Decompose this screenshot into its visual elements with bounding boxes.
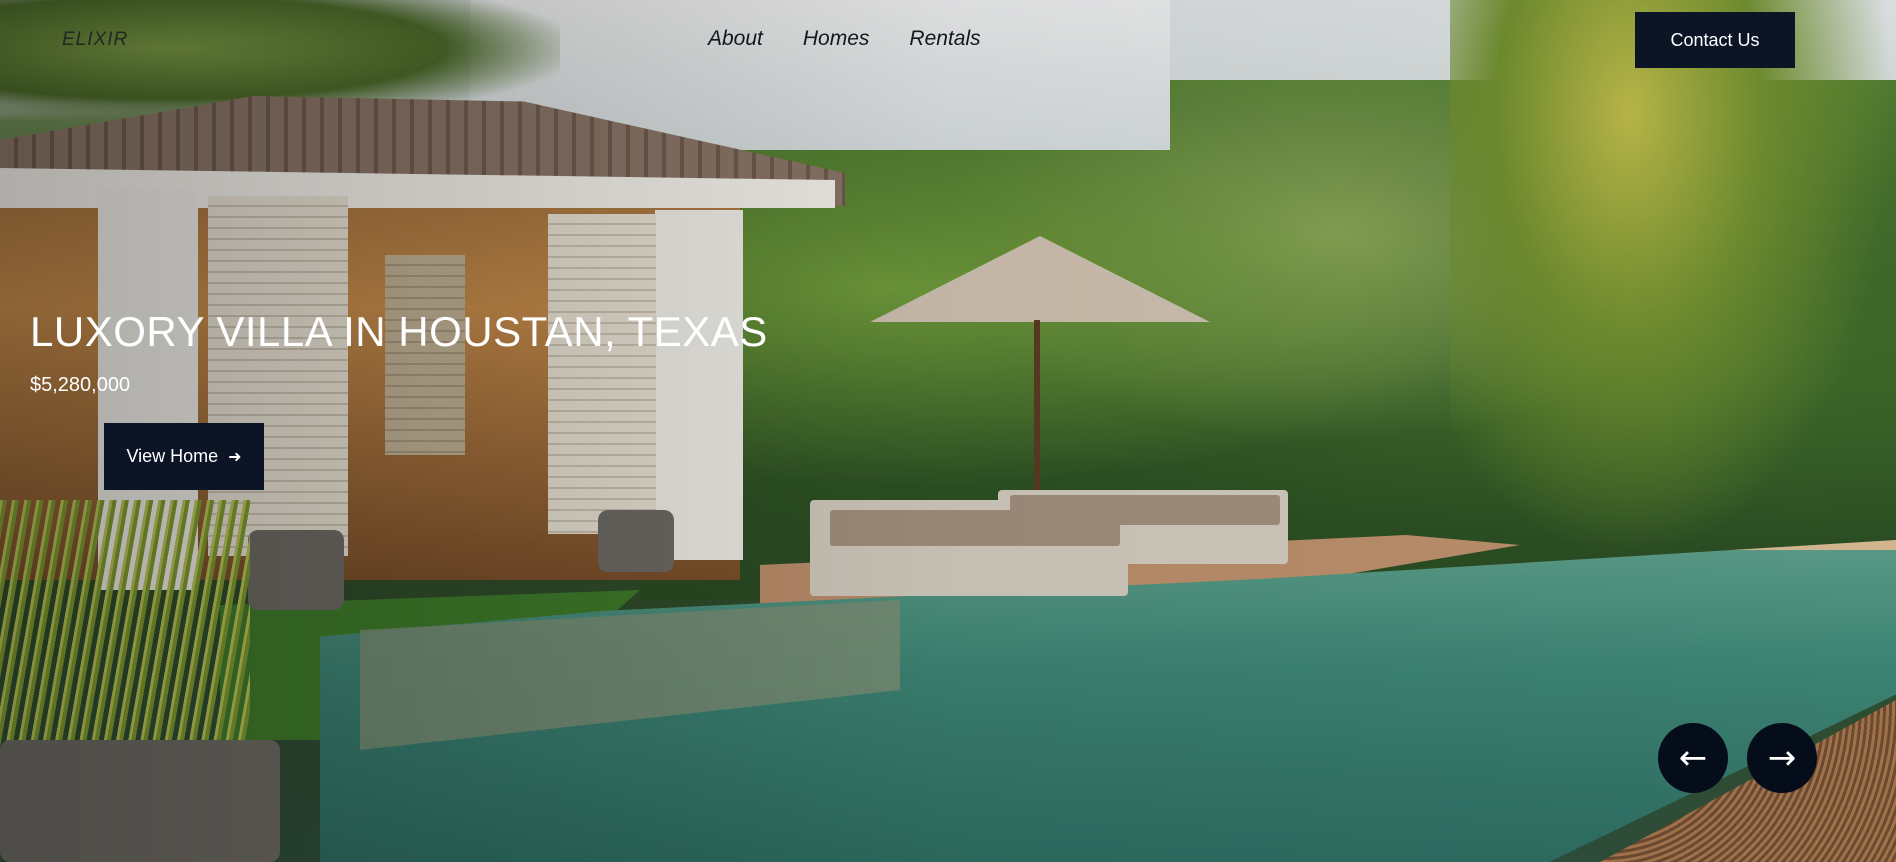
carousel-next-button[interactable]: → [1747,723,1817,793]
arrow-left-icon: ← [1678,738,1708,778]
arrow-right-icon: → [1767,738,1797,778]
contact-us-button[interactable]: Contact Us [1635,12,1795,68]
listing-price: $5,280,000 [30,374,131,396]
view-home-button[interactable]: View Home ➜ [104,423,264,490]
nav-menu: About Homes Rentals [708,27,981,51]
carousel-prev-button[interactable]: ← [1658,723,1728,793]
brand-logo[interactable]: ELIXIR [62,29,128,51]
nav-link-about[interactable]: About [708,27,763,51]
hero-background-image [0,0,1896,862]
nav-link-homes[interactable]: Homes [803,27,870,51]
arrow-right-icon: ➜ [228,448,242,466]
top-navbar: ELIXIR About Homes Rentals Contact Us [0,0,1896,80]
view-home-label: View Home [126,446,219,466]
listing-title: LUXORY VILLA IN HOUSTAN, TEXAS [30,308,768,355]
hero-section: ELIXIR About Homes Rentals Contact Us LU… [0,0,1896,862]
nav-link-rentals[interactable]: Rentals [909,27,980,51]
